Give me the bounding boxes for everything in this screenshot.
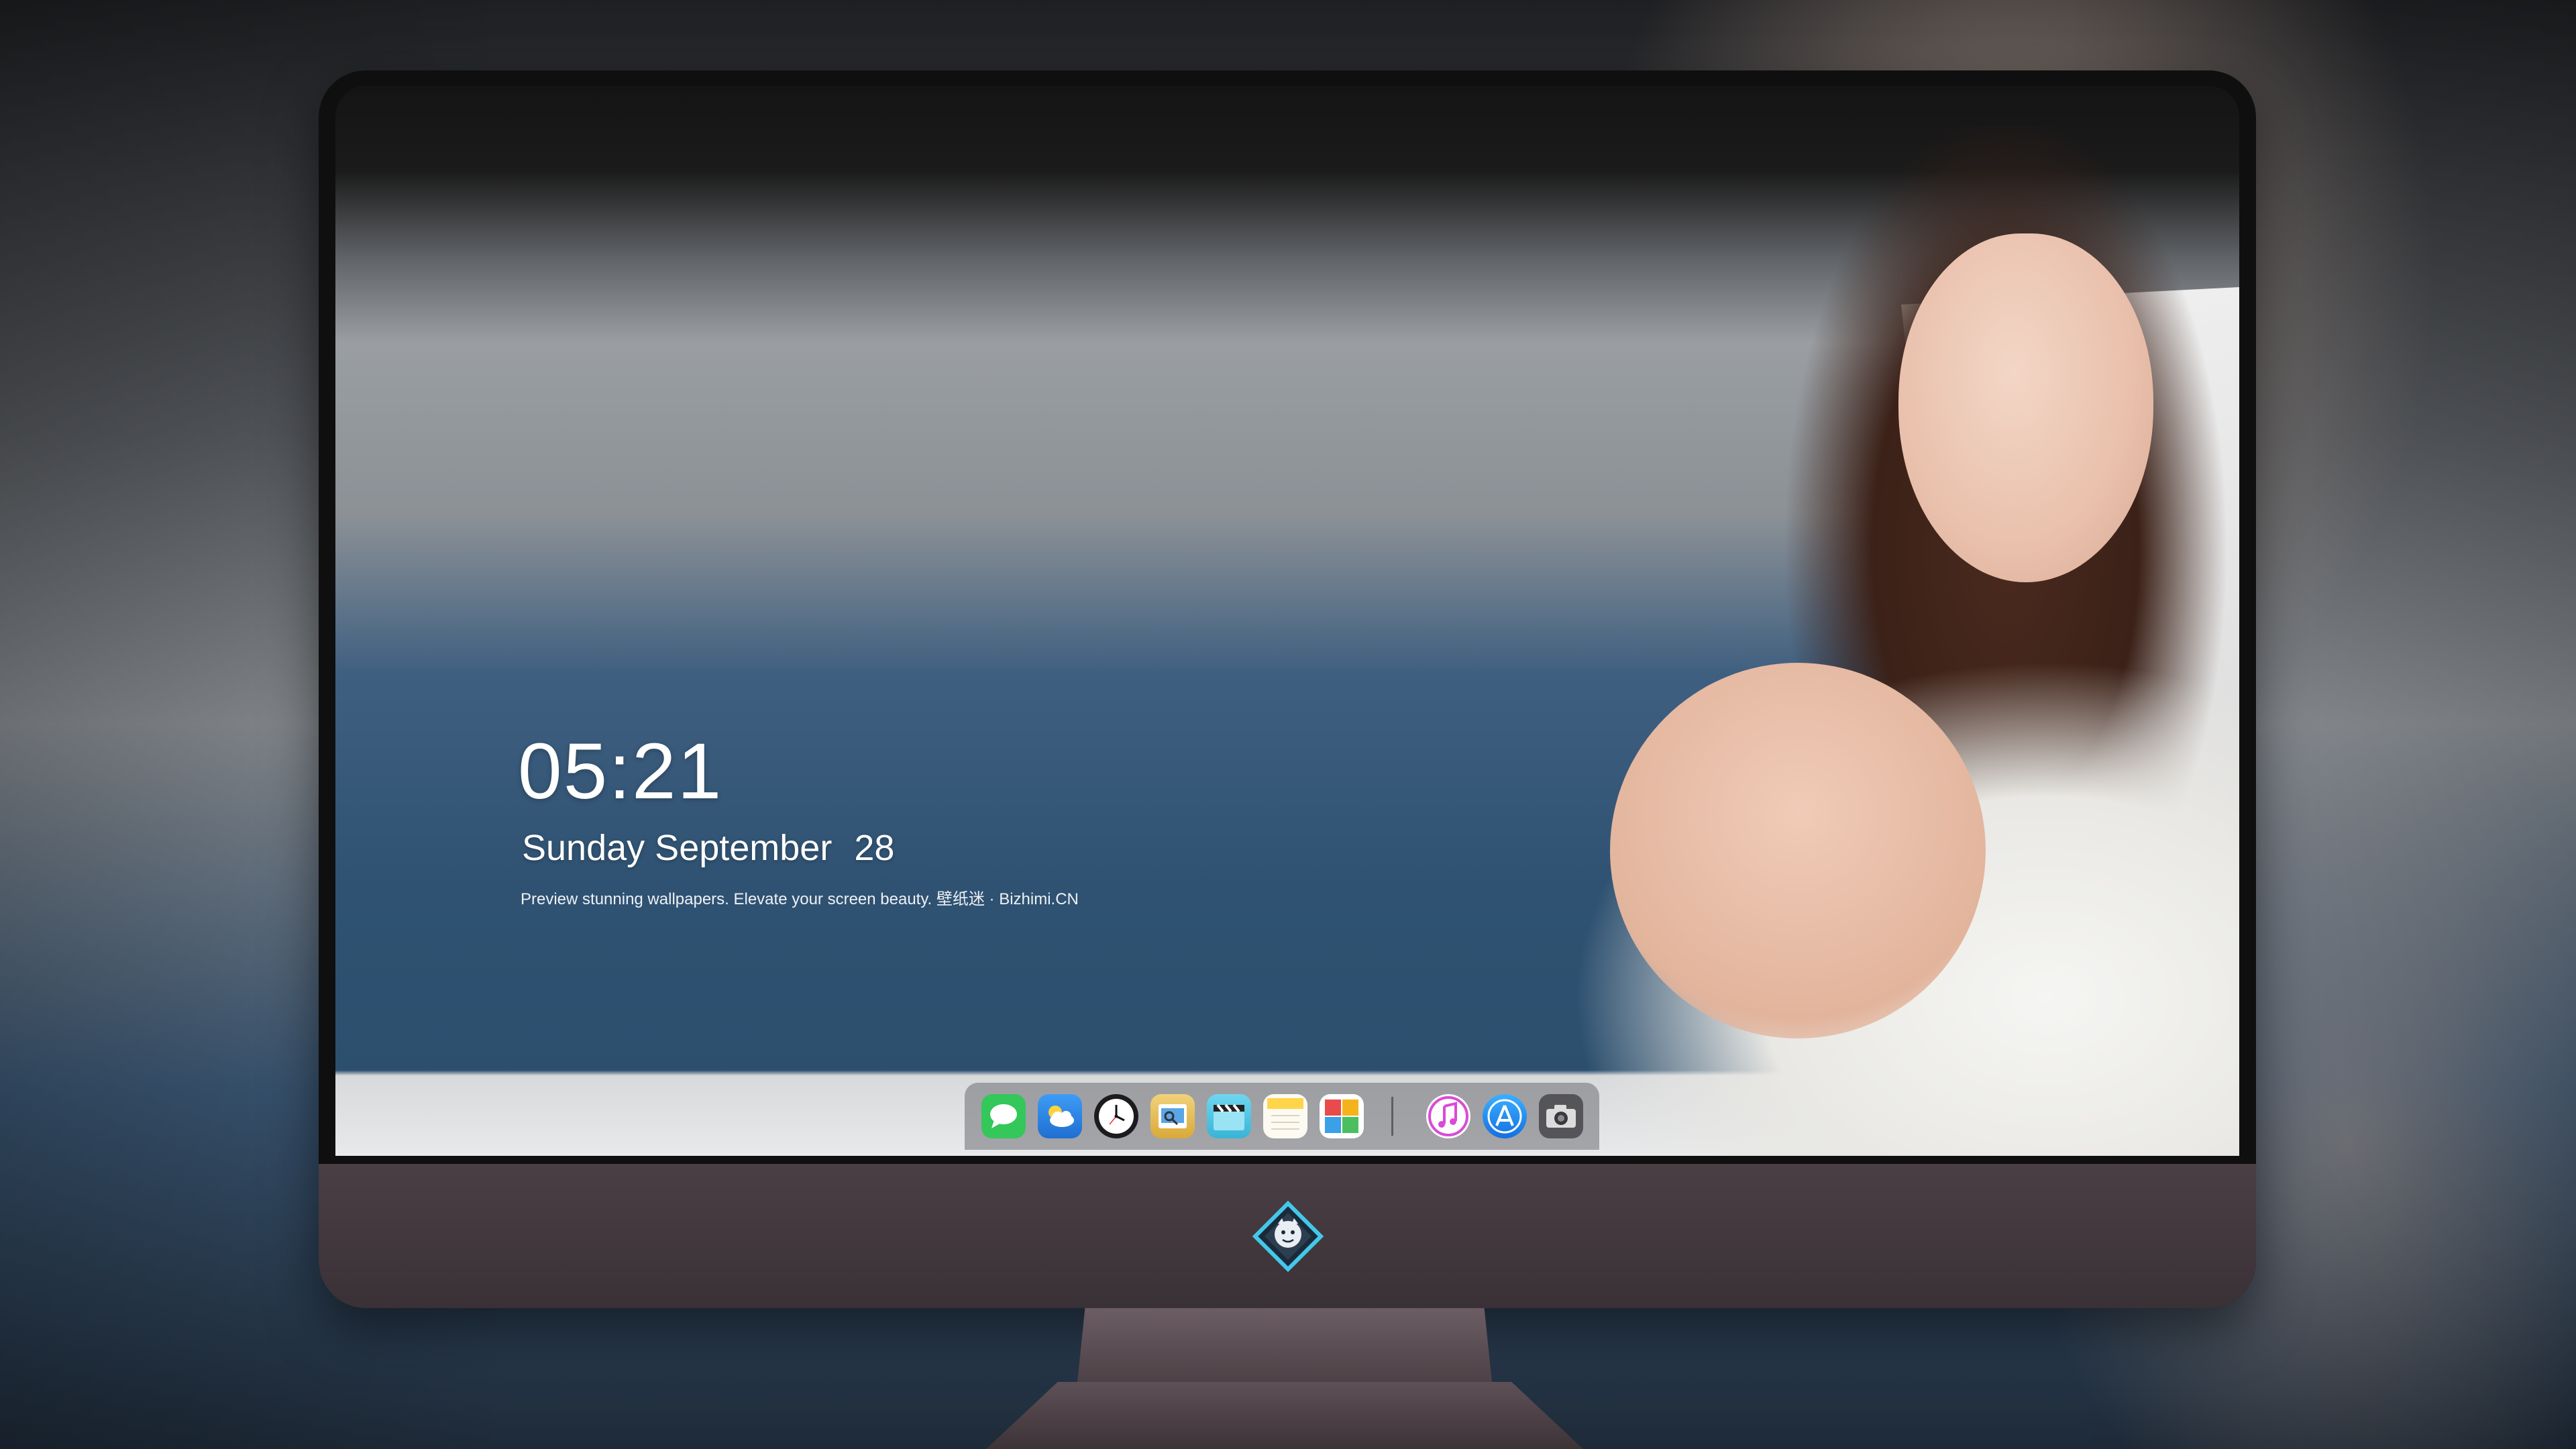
wallpaper-figure-face [1898, 233, 2153, 582]
date-day: 28 [854, 828, 895, 868]
photo-booth-icon[interactable] [1320, 1094, 1364, 1138]
itunes-icon[interactable] [1426, 1094, 1470, 1138]
wallpaper-tagline: Preview stunning wallpapers. Elevate you… [521, 890, 1079, 908]
messages-icon[interactable] [981, 1094, 1026, 1138]
notes-icon[interactable] [1263, 1094, 1307, 1138]
screen-wallpaper [335, 86, 2239, 1156]
camera-icon[interactable] [1539, 1094, 1583, 1138]
date-weekday: Sunday [522, 828, 645, 868]
clock-date: Sunday September 28 [522, 824, 1079, 871]
date-month: September [655, 828, 833, 868]
preview-icon[interactable] [1150, 1094, 1195, 1138]
monitor-stand-base [986, 1382, 1583, 1449]
app-store-icon[interactable] [1483, 1094, 1527, 1138]
weather-icon[interactable] [1038, 1094, 1082, 1138]
clock-icon[interactable] [1094, 1094, 1138, 1138]
dragon-diamond-icon [1252, 1200, 1324, 1273]
dock-separator [1391, 1097, 1393, 1136]
monitor-stand [1077, 1308, 1493, 1389]
clock-time: 05:21 [518, 727, 723, 816]
lock-screen-overlay: 05:21 Sunday September 28 Preview stunni… [518, 728, 1079, 913]
wallpaper-figure-shoulder [1610, 663, 1986, 1038]
dock [965, 1083, 1599, 1150]
desktop-background: 05:21 Sunday September 28 Preview stunni… [0, 0, 2576, 1449]
clips-icon[interactable] [1207, 1094, 1251, 1138]
